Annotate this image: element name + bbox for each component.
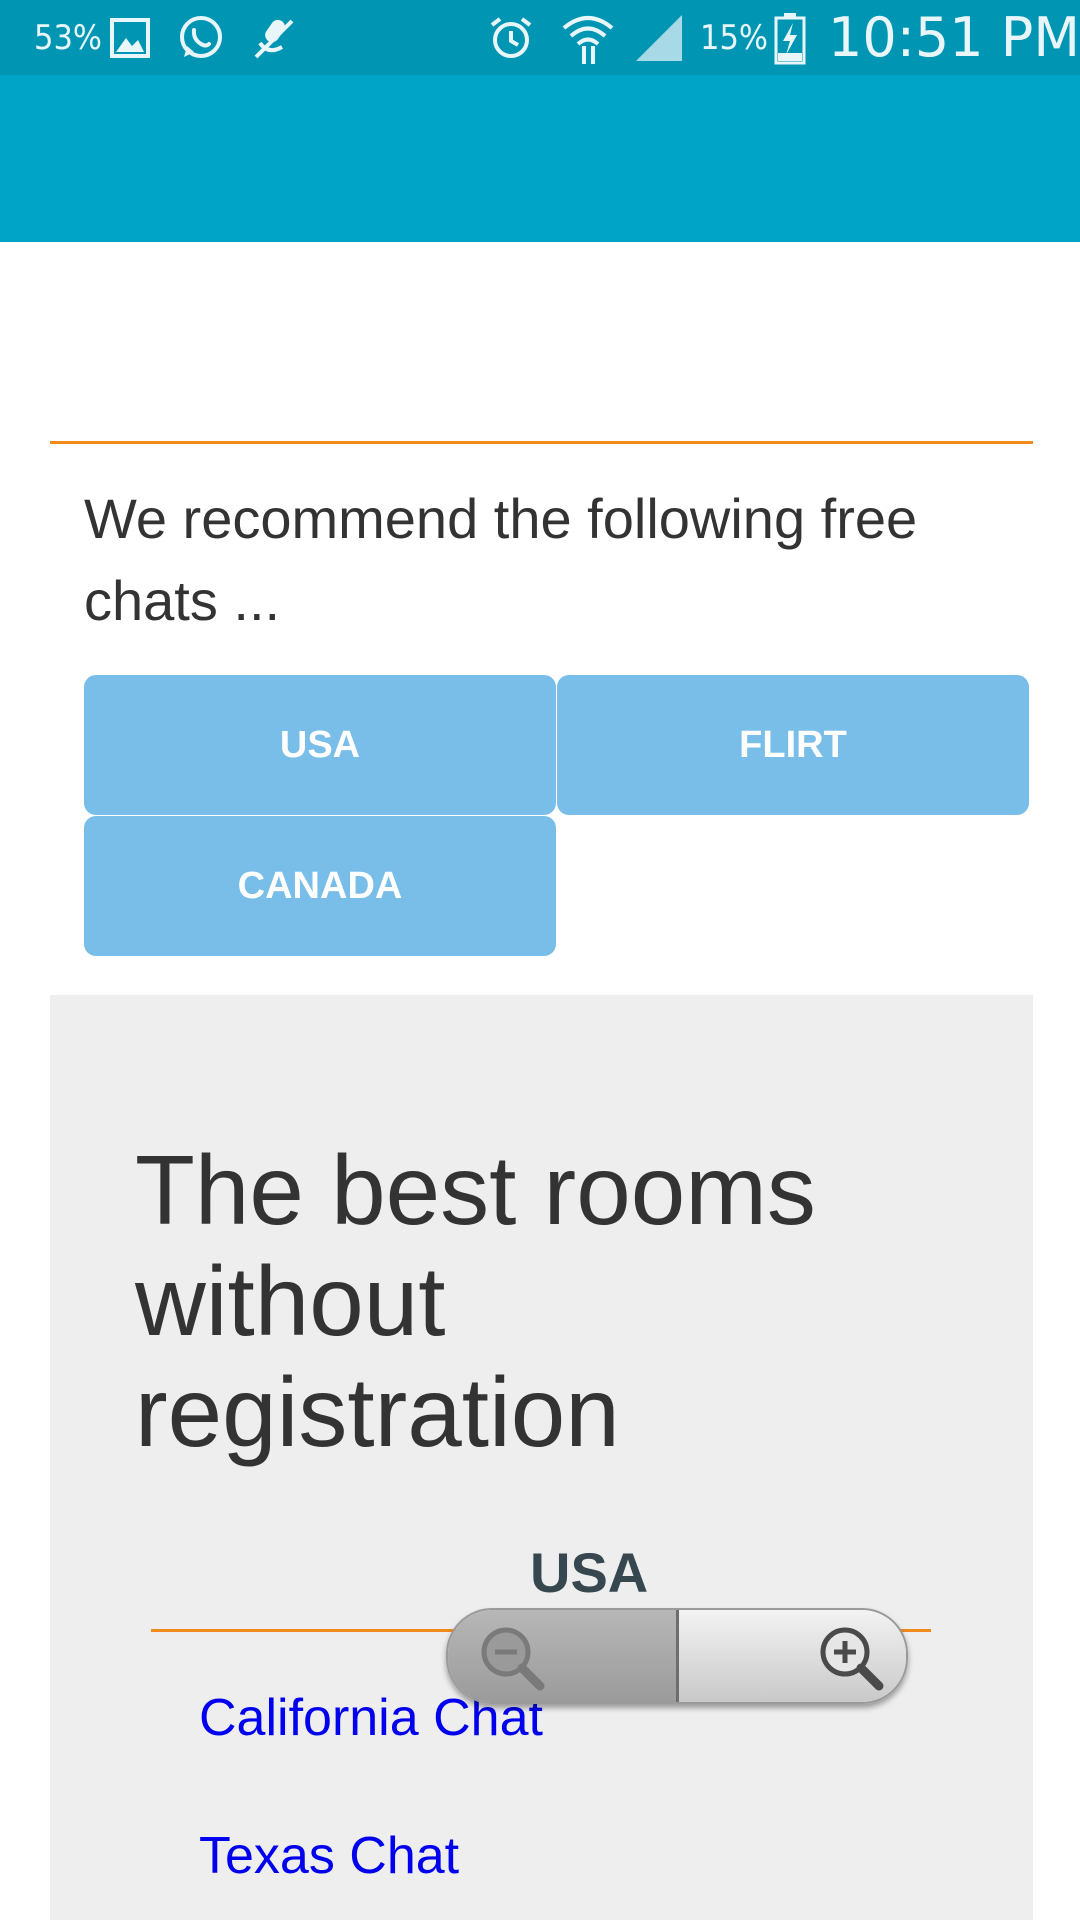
app-toolbar xyxy=(0,75,1080,242)
flirt-button[interactable]: FLIRT xyxy=(557,675,1029,815)
muted-mic-icon xyxy=(248,0,298,75)
divider xyxy=(50,441,1033,444)
rooms-headline: The best rooms without registration xyxy=(135,1135,816,1467)
signal-icon xyxy=(634,0,684,75)
section-title-usa: USA xyxy=(530,1541,649,1604)
canada-button[interactable]: CANADA xyxy=(84,816,556,956)
battery-charging-icon xyxy=(774,0,806,75)
zoom-in-icon xyxy=(820,1627,884,1691)
wifi-icon xyxy=(560,0,616,75)
clock: 10:51 PM xyxy=(828,6,1080,69)
gallery-icon xyxy=(108,0,152,75)
zoom-out-button[interactable] xyxy=(448,1610,676,1702)
battery-saver-percent: 53% xyxy=(34,17,102,58)
zoom-out-icon xyxy=(481,1627,545,1691)
zoom-in-button[interactable] xyxy=(679,1610,906,1702)
zoom-control xyxy=(446,1608,908,1704)
alarm-icon xyxy=(486,0,536,75)
usa-button[interactable]: USA xyxy=(84,675,556,815)
texas-chat-link[interactable]: Texas Chat xyxy=(199,1826,459,1886)
usa-button-label: USA xyxy=(279,723,361,766)
recommend-text: We recommend the following free chats ..… xyxy=(84,487,918,632)
flirt-button-label: FLIRT xyxy=(739,723,847,766)
status-bar: 53% 15% 10:51 PM xyxy=(0,0,1080,75)
canada-button-label: CANADA xyxy=(237,864,403,907)
battery-percent: 15% xyxy=(700,17,768,58)
whatsapp-icon xyxy=(176,0,226,75)
